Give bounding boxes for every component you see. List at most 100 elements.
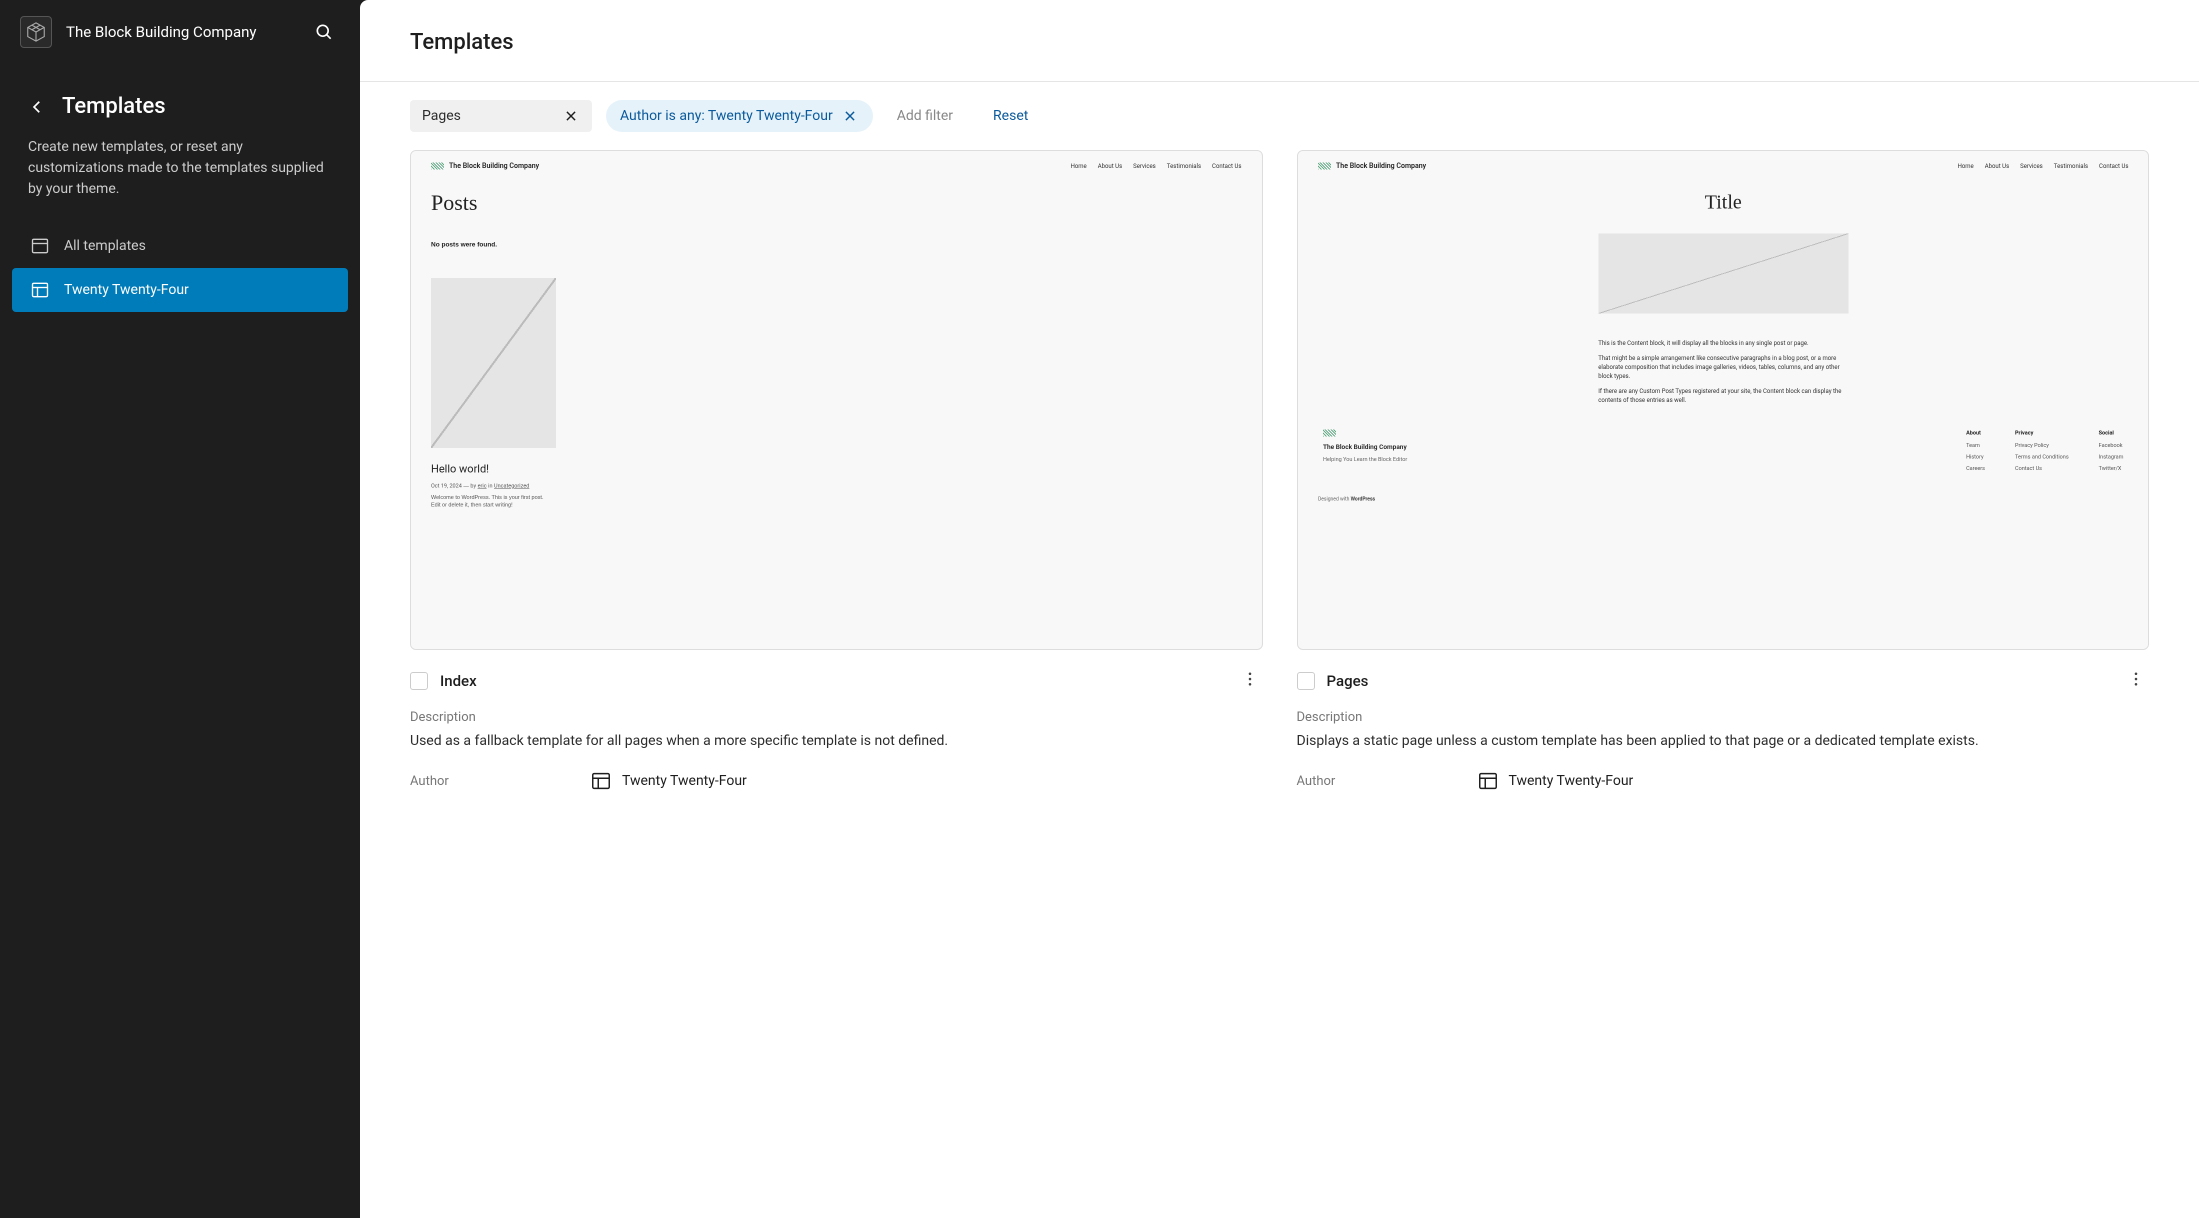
more-actions-button[interactable] (2123, 666, 2149, 696)
close-icon (843, 109, 857, 123)
preview-post-title: Hello world! (431, 463, 1242, 476)
sidebar: The Block Building Company Templates Cre… (0, 0, 360, 1218)
layout-sidebar-icon (590, 770, 612, 792)
clear-author-filter-button[interactable] (841, 109, 859, 123)
template-name[interactable]: Pages (1327, 672, 2112, 690)
preview-nav-item: Home (1957, 163, 1973, 170)
preview-excerpt: Welcome to WordPress. This is your first… (431, 494, 551, 509)
author-name: Twenty Twenty-Four (1509, 773, 1634, 789)
dots-vertical-icon (1241, 670, 1259, 688)
nav-description: Create new templates, or reset any custo… (0, 131, 360, 224)
search-icon (314, 22, 334, 42)
search-button[interactable] (308, 16, 340, 48)
preview-paragraph: This is the Content block, it will displ… (1598, 339, 1848, 348)
author-row: Author Twenty Twenty-Four (1297, 770, 2150, 792)
preview-nav-item: Services (2020, 163, 2043, 170)
add-filter-button[interactable]: Add filter (887, 100, 963, 132)
author-label: Author (410, 774, 590, 789)
template-preview[interactable]: The Block Building Company Home About Us… (1297, 150, 2150, 650)
layout-sidebar-icon (30, 280, 50, 300)
preview-nav-item: Home (1071, 163, 1087, 170)
description-label: Description (410, 710, 1263, 725)
author-filter-pill[interactable]: Author is any: Twenty Twenty-Four (606, 100, 873, 132)
preview-content: The Block Building Company Home About Us… (411, 151, 1262, 649)
preview-nav-item: About Us (1098, 163, 1122, 170)
preview-no-posts: No posts were found. (431, 241, 1242, 249)
preview-nav-item: About Us (1984, 163, 2008, 170)
chevron-left-icon (28, 98, 46, 116)
template-name[interactable]: Index (440, 672, 1225, 690)
layout-sidebar-icon (1477, 770, 1499, 792)
preview-featured-image-placeholder (431, 278, 556, 448)
nav-list: All templates Twenty Twenty-Four (0, 224, 360, 312)
select-checkbox[interactable] (1297, 672, 1315, 690)
preview-featured-image-placeholder (1598, 234, 1848, 314)
preview-heading: Posts (431, 190, 1242, 216)
preview-footer-tagline: Helping You Learn the Block Editor (1323, 456, 1936, 463)
main-content: Templates Pages Author is any: Twenty Tw… (360, 0, 2199, 1218)
preview-logo (1318, 163, 1331, 170)
page-title: Templates (410, 30, 2149, 55)
card-header: Pages (1297, 650, 2150, 700)
dots-vertical-icon (2127, 670, 2145, 688)
nav-item-twenty-twenty-four[interactable]: Twenty Twenty-Four (12, 268, 348, 312)
preview-site-name: The Block Building Company (1336, 162, 1426, 170)
preview-paragraph: That might be a simple arrangement like … (1598, 354, 1848, 381)
author-row: Author Twenty Twenty-Four (410, 770, 1263, 792)
more-actions-button[interactable] (1237, 666, 1263, 696)
template-card-pages: The Block Building Company Home About Us… (1297, 150, 2150, 792)
nav-item-label: All templates (64, 238, 146, 254)
template-description: Displays a static page unless a custom t… (1297, 731, 2150, 752)
preview-designed-with: Designed with WordPress (1318, 497, 2129, 503)
preview-nav-item: Contact Us (2099, 163, 2128, 170)
author-value: Twenty Twenty-Four (590, 770, 747, 792)
author-filter-text: Author is any: Twenty Twenty-Four (620, 108, 833, 124)
preview-nav-links: Home About Us Services Testimonials Cont… (1957, 163, 2128, 170)
search-filter-pill[interactable]: Pages (410, 100, 592, 132)
preview-heading: Title (1318, 190, 2129, 214)
sidebar-nav-header: Templates (0, 64, 360, 131)
preview-footer-col: Social Facebook Instagram Twitter/X (2098, 430, 2123, 477)
clear-search-button[interactable] (562, 109, 580, 123)
template-preview[interactable]: The Block Building Company Home About Us… (410, 150, 1263, 650)
author-name: Twenty Twenty-Four (622, 773, 747, 789)
preview-nav-links: Home About Us Services Testimonials Cont… (1071, 163, 1242, 170)
description-label: Description (1297, 710, 2150, 725)
templates-grid: The Block Building Company Home About Us… (360, 150, 2199, 832)
preview-post-meta: Oct 19, 2024 — by eric in Uncategorized (431, 483, 1242, 490)
preview-logo (431, 163, 444, 170)
site-title[interactable]: The Block Building Company (66, 23, 294, 41)
nav-item-all-templates[interactable]: All templates (12, 224, 348, 268)
template-description: Used as a fallback template for all page… (410, 731, 1263, 752)
preview-site-name: The Block Building Company (449, 162, 539, 170)
template-card-index: The Block Building Company Home About Us… (410, 150, 1263, 792)
sidebar-header: The Block Building Company (0, 0, 360, 64)
reset-filters-button[interactable]: Reset (983, 100, 1038, 132)
preview-body: This is the Content block, it will displ… (1598, 339, 1848, 405)
preview-nav-item: Contact Us (1212, 163, 1241, 170)
preview-footer: The Block Building Company Helping You L… (1318, 430, 2129, 477)
filters-row: Pages Author is any: Twenty Twenty-Four … (360, 82, 2199, 150)
preview-nav-item: Testimonials (2053, 163, 2087, 170)
preview-paragraph: If there are any Custom Post Types regis… (1598, 387, 1848, 405)
nav-section-title: Templates (62, 94, 166, 119)
preview-footer-logo (1323, 430, 1336, 437)
author-label: Author (1297, 774, 1477, 789)
layout-icon (30, 236, 50, 256)
search-value: Pages (422, 108, 562, 124)
preview-footer-col: Privacy Privacy Policy Terms and Conditi… (2015, 430, 2069, 477)
preview-nav-item: Services (1133, 163, 1156, 170)
card-header: Index (410, 650, 1263, 700)
cube-icon (25, 21, 47, 43)
preview-footer-site-name: The Block Building Company (1323, 444, 1936, 452)
main-header: Templates (360, 0, 2199, 82)
close-icon (564, 109, 578, 123)
nav-item-label: Twenty Twenty-Four (64, 282, 189, 298)
back-button[interactable] (28, 98, 46, 116)
site-logo[interactable] (20, 16, 52, 48)
preview-nav-item: Testimonials (1167, 163, 1201, 170)
author-value: Twenty Twenty-Four (1477, 770, 1634, 792)
preview-content: The Block Building Company Home About Us… (1298, 151, 2149, 649)
preview-footer-col: About Team History Careers (1966, 430, 1985, 477)
select-checkbox[interactable] (410, 672, 428, 690)
